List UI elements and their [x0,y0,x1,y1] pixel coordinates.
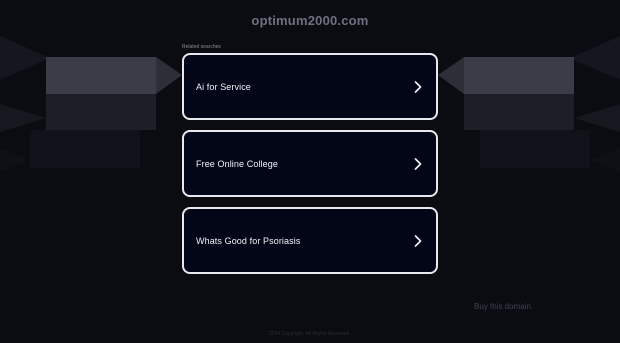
buy-domain-link[interactable]: Buy this domain. [474,302,533,311]
related-search-label: Ai for Service [196,81,251,92]
related-search-free-online-college[interactable]: Free Online College [182,130,438,197]
related-searches-list: Ai for Service Free Online College Whats… [182,53,438,274]
footer-copyright: 2024 Copyright. All Rights Reserved. [269,331,351,337]
page: optimum2000.com Related searches Ai for … [0,0,620,343]
related-searches-label: Related searches [182,44,221,50]
related-search-label: Free Online College [196,158,278,169]
domain-title: optimum2000.com [251,13,369,28]
related-search-whats-good-for-psoriasis[interactable]: Whats Good for Psoriasis [182,207,438,274]
chevron-right-icon [412,234,424,247]
related-search-ai-for-service[interactable]: Ai for Service [182,53,438,120]
chevron-right-icon [412,157,424,170]
related-search-label: Whats Good for Psoriasis [196,235,301,246]
chevron-right-icon [412,80,424,93]
